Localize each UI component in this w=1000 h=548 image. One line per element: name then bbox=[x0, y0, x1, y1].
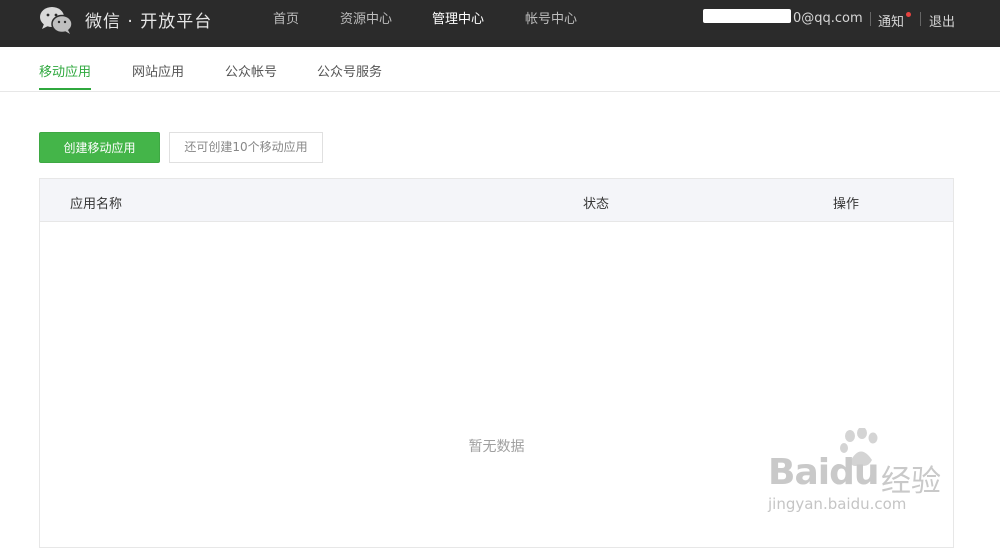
nav-account-center[interactable]: 帐号中心 bbox=[525, 0, 577, 47]
app-quota-note: 还可创建10个移动应用 bbox=[169, 132, 323, 163]
watermark-logo-text: Baidu bbox=[768, 452, 879, 493]
account-redaction bbox=[703, 9, 791, 23]
create-mobile-app-button[interactable]: 创建移动应用 bbox=[39, 132, 160, 163]
wechat-logo-icon[interactable] bbox=[39, 6, 73, 34]
tab-mobile-apps[interactable]: 移动应用 bbox=[39, 61, 91, 80]
active-tab-indicator bbox=[39, 88, 91, 90]
nav-home[interactable]: 首页 bbox=[273, 0, 299, 47]
logout-link[interactable]: 退出 bbox=[929, 11, 955, 30]
sub-nav: 移动应用 网站应用 公众帐号 公众号服务 bbox=[0, 47, 1000, 92]
account-email[interactable]: 0@qq.com bbox=[793, 11, 863, 26]
watermark-logo-cn: 经验 bbox=[881, 464, 941, 499]
nav-resource-center[interactable]: 资源中心 bbox=[340, 0, 392, 47]
table-header: 应用名称 状态 操作 bbox=[40, 179, 953, 222]
tab-public-accounts[interactable]: 公众帐号 bbox=[225, 61, 277, 80]
top-bar: 微信 · 开放平台 首页 资源中心 管理中心 帐号中心 0@qq.com 通知 … bbox=[0, 0, 1000, 47]
column-actions: 操作 bbox=[833, 197, 860, 212]
notification-dot-icon bbox=[906, 12, 911, 17]
tab-public-account-services[interactable]: 公众号服务 bbox=[317, 61, 382, 80]
brand-title[interactable]: 微信 · 开放平台 bbox=[85, 7, 212, 32]
divider bbox=[920, 12, 921, 26]
divider bbox=[870, 12, 871, 26]
column-status: 状态 bbox=[583, 197, 610, 212]
notify-link[interactable]: 通知 bbox=[878, 11, 904, 30]
nav-management-center[interactable]: 管理中心 bbox=[432, 0, 484, 47]
watermark-url: jingyan.baidu.com bbox=[768, 495, 907, 513]
column-app-name: 应用名称 bbox=[70, 197, 123, 212]
tab-website-apps[interactable]: 网站应用 bbox=[132, 61, 184, 80]
